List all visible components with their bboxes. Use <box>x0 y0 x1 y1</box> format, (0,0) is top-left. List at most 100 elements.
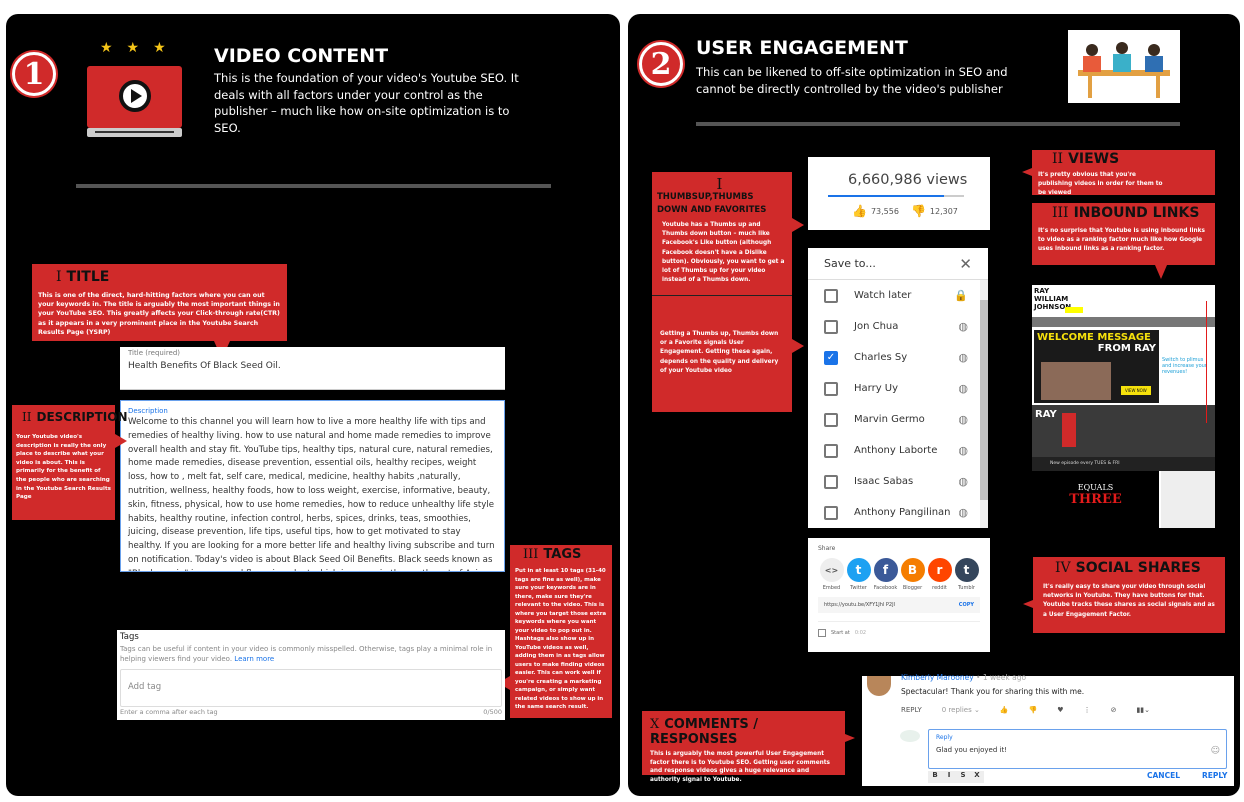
share-label: Embed <box>822 585 841 591</box>
playlist-name: Charles Sy <box>854 352 908 363</box>
channel-tagline: New episode every TUES & FRI <box>1032 457 1215 471</box>
views-callout: II VIEWS It's pretty obvious that you're … <box>1032 150 1215 196</box>
comment-author[interactable]: Kimberly Marooney <box>901 673 974 682</box>
share-twitter-button[interactable]: t Twitter <box>845 558 872 591</box>
reply-button[interactable]: REPLY <box>1202 771 1227 780</box>
callout-body: This is one of the direct, hard-hitting … <box>38 292 280 336</box>
callout-heading: TAGS <box>543 547 582 562</box>
dislike-count: 12,307 <box>929 206 958 216</box>
emoji-icon[interactable]: ☺ <box>1211 746 1220 756</box>
format-strikethrough-button[interactable]: S <box>956 771 970 783</box>
hide-icon[interactable]: ⊘ <box>1111 706 1117 714</box>
title-field[interactable]: Title (required) Health Benefits Of Blac… <box>120 347 505 390</box>
tags-section: Tags Tags can be useful if content in yo… <box>117 630 505 720</box>
share-embed-button[interactable]: <> Embed <box>818 558 845 591</box>
numeral: I <box>56 269 62 285</box>
heart-icon[interactable]: ♥ <box>1057 706 1063 714</box>
callout-pointer <box>845 734 855 742</box>
checkbox[interactable] <box>824 412 838 427</box>
share-targets: <> Embed t Twitter f Facebook B Blogger r reddit t… <box>818 558 980 591</box>
share-label: reddit <box>932 585 947 591</box>
share-tumblr-button[interactable]: t Tumblr <box>953 558 980 591</box>
start-at-checkbox[interactable] <box>818 629 826 637</box>
share-blogger-button[interactable]: B Blogger <box>899 558 926 591</box>
reply-label: Reply <box>936 734 953 741</box>
playlist-item[interactable]: Harry Uy ◍ <box>808 373 988 404</box>
checkbox[interactable]: ✓ <box>824 350 838 365</box>
title-label: Title (required) <box>128 349 181 357</box>
callout-pointer <box>792 339 804 353</box>
playlist-item[interactable]: Watch later 🔒 <box>808 280 988 311</box>
thumbs-callout: I THUMBSUP,THUMBS DOWN AND FAVORITES Yout… <box>652 172 792 412</box>
playlist-item[interactable]: ✓ Charles Sy ◍ <box>808 342 988 373</box>
social-shares-callout: IV SOCIAL SHARES It's really easy to shar… <box>1033 557 1225 633</box>
playlist-item[interactable]: Jon Chua ◍ <box>808 311 988 342</box>
learn-more-link[interactable]: Learn more <box>234 655 274 663</box>
people-illustration <box>1068 30 1180 103</box>
reply-value: Glad you enjoyed it! <box>936 746 1007 754</box>
channel-icon[interactable]: ▮▮⌄ <box>1136 706 1150 714</box>
format-italic-button[interactable]: I <box>942 771 956 783</box>
callout-heading: DESCRIPTION <box>36 410 128 424</box>
ad-text: Switch to plimus and increase your reven… <box>1162 357 1207 375</box>
callout-pointer <box>115 434 127 448</box>
replier-avatar <box>900 730 920 742</box>
callout-pointer <box>1022 168 1032 176</box>
inbound-links-callout: III INBOUND LINKS It's no surprise that Y… <box>1032 203 1215 265</box>
replies-toggle[interactable]: 0 replies ⌄ <box>942 706 980 714</box>
share-title: Share <box>818 545 836 552</box>
playlist-item[interactable]: Anthony Laborte ◍ <box>808 435 988 466</box>
more-icon[interactable]: ⋮ <box>1084 706 1091 714</box>
scrollbar[interactable] <box>980 280 988 528</box>
numeral: II <box>1052 151 1064 167</box>
dislike-icon[interactable]: 👎 <box>1029 706 1038 714</box>
share-facebook-button[interactable]: f Facebook <box>872 558 899 591</box>
playlist-item[interactable]: Isaac Sabas ◍ <box>808 466 988 497</box>
banner-text: WELCOME MESSAGE <box>1037 332 1151 343</box>
thumbs-up-icon[interactable]: 👍 <box>852 204 867 218</box>
section-intro: This is the foundation of your video's Y… <box>214 71 519 135</box>
format-clear-button[interactable]: X <box>970 771 984 783</box>
reply-input[interactable]: Reply Glad you enjoyed it! ☺ <box>928 729 1227 769</box>
globe-icon: ◍ <box>958 506 968 519</box>
show-title: EQUALS <box>1077 483 1114 492</box>
checkbox[interactable] <box>824 474 838 489</box>
callout-body-2: Getting a Thumbs up, Thumbs down or a Fa… <box>660 331 779 374</box>
callout-pointer <box>1023 600 1033 608</box>
playlist-item[interactable]: Marvin Germo ◍ <box>808 404 988 435</box>
like-icon[interactable]: 👍 <box>1000 706 1009 714</box>
copy-button[interactable]: COPY <box>959 602 974 608</box>
share-url: https://youtu.be/XFY1Jhl P2Jl <box>824 602 895 608</box>
description-label: Description <box>128 407 168 415</box>
share-url-field[interactable]: https://youtu.be/XFY1Jhl P2Jl COPY <box>818 597 980 613</box>
callout-body: Put in at least 10 tags (31-40 tags are … <box>515 568 607 710</box>
tags-label: Tags <box>120 632 139 642</box>
format-bold-button[interactable]: B <box>928 771 942 783</box>
reply-link[interactable]: REPLY <box>901 706 922 714</box>
callout-body: This is arguably the most powerful User … <box>650 751 830 783</box>
tags-placeholder: Add tag <box>128 682 162 692</box>
comment-age: 1 week ago <box>982 673 1027 682</box>
checkbox[interactable] <box>824 505 838 520</box>
cancel-button[interactable]: CANCEL <box>1147 771 1180 780</box>
share-reddit-button[interactable]: r reddit <box>926 558 953 591</box>
playlist-item[interactable]: Anthony Pangilinan ◍ <box>808 497 988 528</box>
checkbox[interactable] <box>824 443 838 458</box>
checkbox[interactable] <box>824 381 838 396</box>
tags-input[interactable]: Add tag <box>120 669 502 707</box>
playlist-name: Anthony Laborte <box>854 445 938 456</box>
video-progress-icon <box>87 128 182 137</box>
show-title-2: THREE <box>1069 492 1122 507</box>
checkbox[interactable] <box>824 288 838 303</box>
site-logo: RAY WILLIAM JOHNSON <box>1034 287 1072 311</box>
description-field[interactable]: Description Welcome to this channel you … <box>120 400 505 572</box>
callout-body: It's really easy to share your video thr… <box>1043 584 1215 618</box>
callout-body: It's pretty obvious that you're publishi… <box>1038 172 1163 197</box>
format-toolbar: BISX <box>928 771 984 783</box>
globe-icon: ◍ <box>958 320 968 333</box>
close-icon[interactable]: ✕ <box>959 255 972 273</box>
thumbs-down-icon[interactable]: 👎 <box>911 204 926 218</box>
facebook-icon: f <box>873 558 898 582</box>
globe-icon: ◍ <box>958 475 968 488</box>
checkbox[interactable] <box>824 319 838 334</box>
